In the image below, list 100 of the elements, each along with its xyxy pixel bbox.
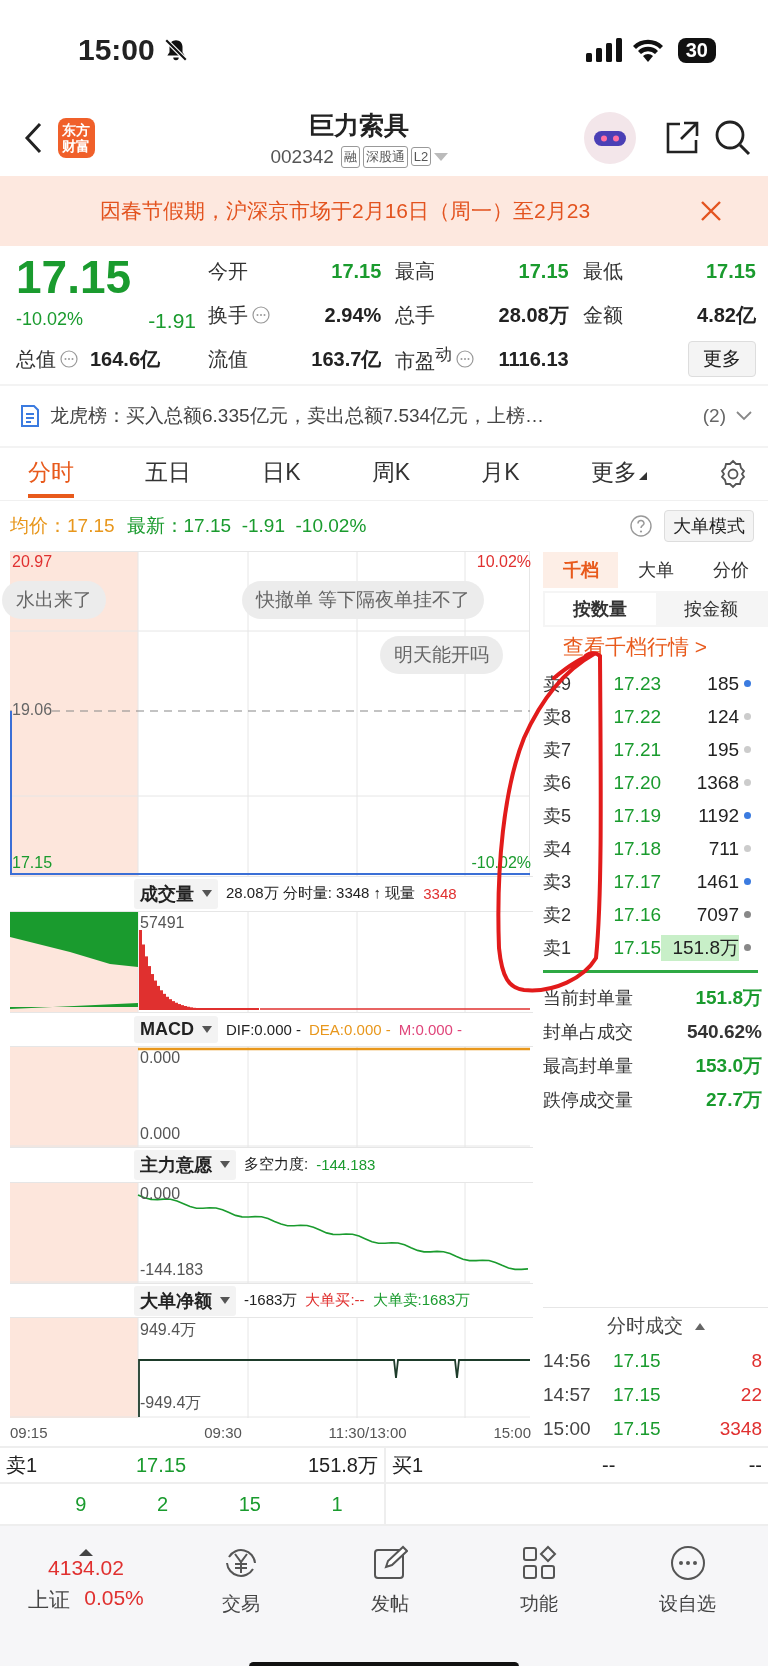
chart-tab[interactable]: 日K bbox=[262, 450, 301, 498]
document-icon bbox=[20, 405, 40, 427]
back-icon[interactable] bbox=[24, 122, 44, 154]
ask-price: 17.18 bbox=[612, 837, 661, 860]
axis-label: 0.000 bbox=[140, 1184, 181, 1203]
more-icon[interactable] bbox=[669, 1545, 706, 1581]
ask-price: 17.21 bbox=[612, 738, 661, 761]
seal-value: 153.0万 bbox=[695, 1054, 762, 1078]
ask-volume: 1368 bbox=[695, 771, 739, 794]
trade-volume: 22 bbox=[739, 1384, 762, 1406]
order-label: 买1 bbox=[392, 1452, 425, 1478]
indicator-dropdown[interactable]: 主力意愿 bbox=[134, 1149, 236, 1180]
trade-price: 17.15 bbox=[613, 1350, 662, 1372]
time-label: 15:00 bbox=[493, 1423, 531, 1441]
info-icon[interactable] bbox=[456, 350, 475, 368]
trade-volume: 8 bbox=[750, 1350, 762, 1372]
ask-price: 17.16 bbox=[612, 903, 661, 926]
ask-price: 17.17 bbox=[612, 870, 661, 893]
chart-tab[interactable]: 更多 bbox=[590, 450, 647, 498]
indicator-value: M:0.000 - bbox=[398, 1020, 463, 1038]
info-icon[interactable] bbox=[252, 306, 270, 324]
robot-avatar-icon[interactable] bbox=[584, 112, 636, 164]
seal-value: 27.7万 bbox=[706, 1088, 762, 1112]
indicator-dropdown[interactable]: 成交量 bbox=[134, 878, 218, 909]
ask-level: 卖1 bbox=[543, 936, 573, 960]
axis-label: 57491 bbox=[140, 913, 185, 932]
indicator-value: 大单卖:1683万 bbox=[372, 1291, 471, 1310]
nav-label[interactable]: 发帖 bbox=[370, 1591, 409, 1617]
wifi-icon bbox=[631, 38, 664, 62]
axis-label: -144.183 bbox=[140, 1260, 204, 1279]
chevron-down-icon[interactable] bbox=[736, 411, 752, 421]
stat-value: 4.82亿 bbox=[697, 302, 756, 328]
trade-time: 14:56 bbox=[543, 1350, 592, 1372]
seal-value: 540.62% bbox=[687, 1021, 762, 1043]
depth-tab[interactable]: 分价 bbox=[693, 552, 768, 588]
stat-label: 流值 bbox=[208, 346, 248, 372]
caret-down-icon bbox=[220, 1297, 230, 1304]
stat-label: 换手 bbox=[208, 302, 248, 328]
stat-label: 今开 bbox=[208, 258, 248, 284]
index-quote[interactable]: 4134.02 上证 0.05% bbox=[6, 1548, 166, 1614]
depth-tab[interactable]: 大单 bbox=[618, 552, 693, 588]
trade-time: 15:00 bbox=[543, 1418, 592, 1440]
ask-price: 17.15 bbox=[612, 936, 661, 959]
share-icon[interactable] bbox=[664, 120, 700, 156]
ask-volume: 195 bbox=[706, 738, 739, 761]
order-volume: 151.8万 bbox=[307, 1452, 378, 1478]
stock-code: 002342 bbox=[270, 145, 334, 168]
order-label: 卖1 bbox=[6, 1452, 39, 1478]
battery-indicator: 30 bbox=[677, 37, 716, 63]
search-icon[interactable] bbox=[714, 119, 752, 157]
big-order-mode-button[interactable]: 大单模式 bbox=[664, 510, 754, 542]
stock-tag: 融 bbox=[340, 145, 360, 168]
order-count: 2 bbox=[157, 1492, 169, 1516]
sort-tab[interactable]: 按金额 bbox=[655, 593, 766, 625]
stat-value: 164.6亿 bbox=[90, 346, 161, 372]
comment-bubble: 明天能开吗 bbox=[380, 636, 503, 674]
indicator-value: DEA:0.000 - bbox=[309, 1020, 391, 1038]
dragon-tiger-summary[interactable]: 龙虎榜：买入总额6.335亿元，卖出总额7.534亿元，上榜… bbox=[50, 403, 545, 429]
ask-level: 卖8 bbox=[543, 705, 573, 729]
ask-level: 卖2 bbox=[543, 903, 573, 927]
caret-up-icon[interactable] bbox=[694, 1322, 705, 1330]
caret-down-icon bbox=[202, 890, 212, 898]
chart-tab[interactable]: 分时 bbox=[28, 450, 74, 498]
index-name: 上证 bbox=[28, 1586, 71, 1613]
stat-value: 17.15 bbox=[518, 259, 569, 283]
index-value: 4134.02 bbox=[48, 1555, 124, 1580]
sort-tab[interactable]: 按数量 bbox=[545, 593, 656, 625]
indicator-dropdown[interactable]: 大单净额 bbox=[134, 1285, 236, 1316]
indicator-dropdown[interactable]: MACD bbox=[134, 1015, 218, 1043]
edit-icon[interactable] bbox=[371, 1545, 408, 1581]
stat-label: 总手 bbox=[395, 302, 436, 328]
seal-label: 当前封单量 bbox=[543, 987, 633, 1010]
ask-volume: 185 bbox=[706, 672, 739, 695]
axis-label: 949.4万 bbox=[140, 1320, 197, 1341]
ask-level: 卖5 bbox=[543, 804, 573, 828]
info-icon[interactable] bbox=[60, 350, 78, 368]
more-button[interactable]: 更多 bbox=[688, 341, 756, 377]
stock-tag: 深股通 bbox=[362, 145, 408, 168]
indicator-value: -1683万 bbox=[244, 1291, 298, 1310]
chart-tab[interactable]: 月K bbox=[481, 450, 520, 498]
order-count: 1 bbox=[331, 1492, 343, 1516]
chart-tab[interactable]: 周K bbox=[371, 450, 411, 498]
chart-tab[interactable]: 五日 bbox=[145, 450, 192, 498]
help-icon[interactable] bbox=[630, 515, 652, 537]
nav-label[interactable]: 功能 bbox=[519, 1591, 558, 1617]
nav-label[interactable]: 设自选 bbox=[659, 1591, 716, 1617]
caret-down-icon bbox=[202, 1025, 212, 1033]
comment-bubble: 水出来了 bbox=[2, 581, 106, 619]
index-change: 0.05% bbox=[84, 1585, 144, 1611]
comment-bubble: 快撤单 等下隔夜单挂不了 bbox=[242, 581, 485, 619]
trade-volume: 3348 bbox=[718, 1418, 762, 1440]
axis-label: 10.02% bbox=[476, 553, 531, 571]
trades-title[interactable]: 分时成交 bbox=[606, 1313, 683, 1339]
axis-label: 0.000 bbox=[140, 1049, 181, 1068]
nav-label[interactable]: 交易 bbox=[221, 1591, 260, 1617]
apps-icon[interactable] bbox=[520, 1545, 557, 1581]
indicator-value: DIF:0.000 - bbox=[226, 1020, 302, 1038]
ask-price: 17.23 bbox=[612, 672, 661, 695]
seal-label: 跌停成交量 bbox=[543, 1089, 633, 1112]
close-icon[interactable] bbox=[700, 200, 722, 222]
